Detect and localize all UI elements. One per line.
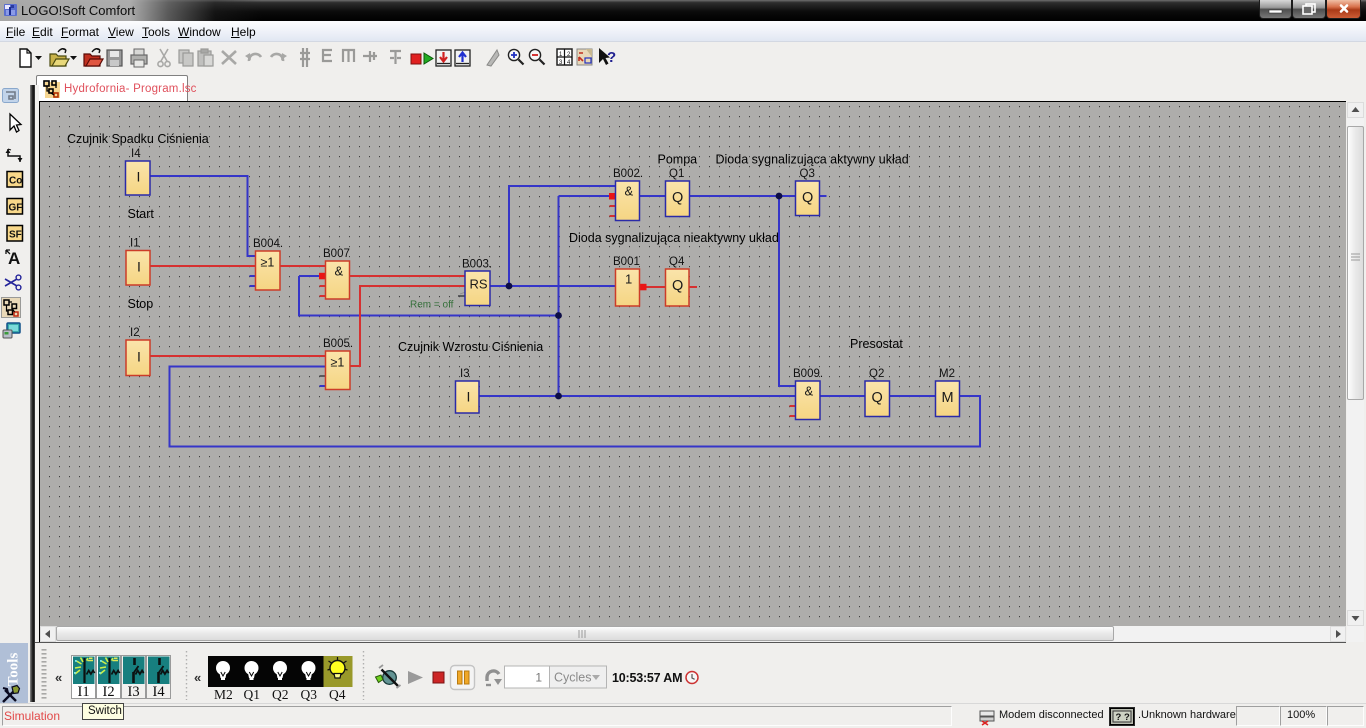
- svg-text:I2: I2: [130, 327, 140, 339]
- svg-text:10:53:57 AM: 10:53:57 AM: [612, 671, 682, 685]
- svg-text:RS: RS: [470, 277, 488, 292]
- svg-text:Rem = off: Rem = off: [410, 300, 454, 311]
- svg-text:Q1: Q1: [244, 687, 261, 702]
- svg-text:Cycles: Cycles: [554, 671, 592, 685]
- svg-text:I1: I1: [130, 238, 140, 250]
- svg-text:I3: I3: [460, 368, 470, 380]
- svg-text:Presostat: Presostat: [850, 337, 903, 351]
- svg-text:GF: GF: [9, 203, 23, 214]
- svg-text:Dioda sygnalizująca nieaktywny: Dioda sygnalizująca nieaktywny układ: [569, 231, 779, 245]
- svg-text:I2: I2: [103, 684, 115, 700]
- svg-text:A: A: [8, 249, 20, 268]
- svg-text:Q: Q: [672, 278, 683, 294]
- svg-text:I4: I4: [153, 684, 166, 700]
- svg-text:B001: B001: [613, 256, 640, 268]
- svg-text:Czujnik Wzrostu Ciśnienia: Czujnik Wzrostu Ciśnienia: [398, 340, 543, 354]
- svg-text:SF: SF: [9, 230, 22, 241]
- svg-text:Q: Q: [872, 390, 883, 406]
- svg-text:I4: I4: [131, 148, 141, 160]
- svg-text:«: «: [55, 670, 62, 685]
- svg-text:M2: M2: [214, 687, 233, 702]
- svg-text:1: 1: [535, 671, 542, 685]
- svg-text:Q4: Q4: [329, 687, 346, 702]
- svg-text:&: &: [805, 384, 814, 399]
- svg-text:1: 1: [625, 272, 632, 287]
- svg-text:Q1: Q1: [669, 168, 684, 180]
- svg-text:«: «: [194, 670, 201, 685]
- svg-text:Stop: Stop: [128, 297, 154, 311]
- svg-text:I1: I1: [78, 684, 90, 700]
- svg-text:B004.: B004.: [253, 238, 283, 250]
- svg-text:Q: Q: [802, 190, 813, 206]
- svg-text:Dioda sygnalizująca aktywny uk: Dioda sygnalizująca aktywny układ: [716, 153, 909, 167]
- svg-text:Co: Co: [9, 176, 22, 187]
- svg-text:&: &: [335, 264, 344, 279]
- svg-text:Q3: Q3: [301, 687, 318, 702]
- svg-text:Start: Start: [128, 207, 155, 221]
- svg-text:B009.: B009.: [793, 368, 823, 380]
- svg-text:Q2: Q2: [869, 368, 884, 380]
- svg-text:? ?: ? ?: [1116, 712, 1130, 723]
- svg-text:M: M: [942, 390, 954, 406]
- svg-text:B003.: B003.: [462, 259, 492, 271]
- svg-text:I: I: [137, 169, 141, 185]
- svg-text:≥1: ≥1: [331, 356, 345, 370]
- svg-text:I: I: [137, 259, 141, 275]
- svg-text:I3: I3: [128, 684, 140, 700]
- svg-text:B007: B007: [323, 248, 350, 260]
- svg-text:B002.: B002.: [613, 168, 643, 180]
- svg-text:I: I: [467, 389, 471, 405]
- svg-text:B005.: B005.: [323, 338, 353, 350]
- svg-text:I: I: [137, 349, 141, 365]
- svg-text:≥1: ≥1: [261, 256, 275, 270]
- svg-text:Czujnik Spadku Ciśnienia: Czujnik Spadku Ciśnienia: [67, 132, 209, 146]
- svg-text:&: &: [625, 184, 634, 199]
- svg-text:Q2: Q2: [272, 687, 289, 702]
- svg-text:Q3: Q3: [800, 168, 815, 180]
- svg-text:?: ?: [607, 49, 616, 66]
- svg-text:Q: Q: [672, 190, 683, 206]
- svg-text:Pompa: Pompa: [658, 153, 698, 167]
- svg-text:Q4: Q4: [669, 256, 685, 268]
- svg-text:M2: M2: [939, 368, 955, 380]
